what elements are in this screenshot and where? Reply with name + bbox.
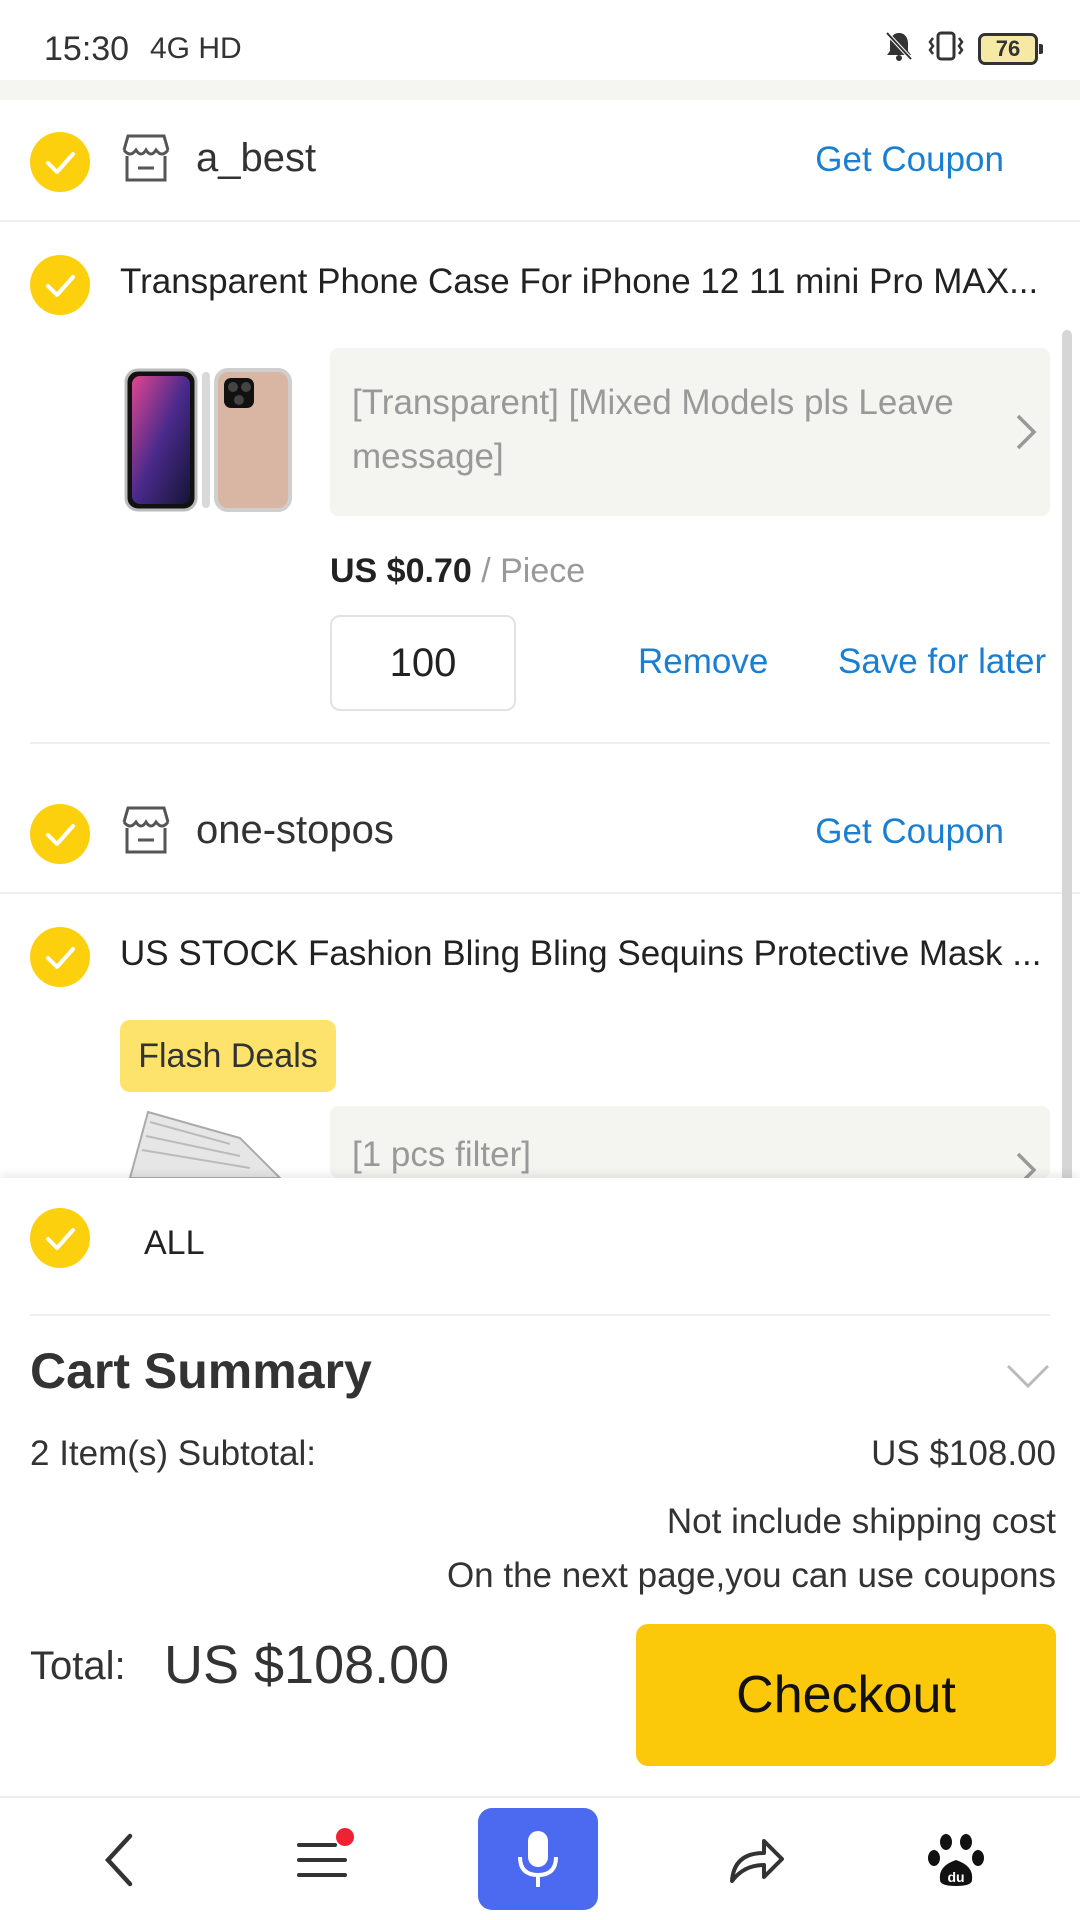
select-all-checkbox[interactable] — [30, 1208, 90, 1268]
mute-bell-icon — [884, 30, 914, 67]
checkmark-icon — [46, 275, 75, 297]
chevron-down-icon[interactable] — [1004, 1360, 1052, 1397]
item-select-checkbox[interactable] — [30, 927, 90, 987]
get-coupon-link[interactable]: Get Coupon — [815, 812, 1004, 852]
cart-summary-title: Cart Summary — [30, 1343, 372, 1399]
status-time: 15:30 — [44, 30, 130, 68]
vibrate-icon — [928, 30, 964, 67]
quantity-input[interactable]: 100 — [330, 615, 516, 711]
mic-icon[interactable] — [478, 1808, 598, 1910]
product-thumbnail-phone-case[interactable] — [120, 350, 300, 530]
select-all-label[interactable]: ALL — [144, 1224, 205, 1263]
store-select-checkbox[interactable] — [30, 804, 90, 864]
shipping-note: Not include shipping cost — [666, 1502, 1056, 1541]
menu-icon[interactable] — [262, 1798, 382, 1920]
checkmark-icon — [46, 152, 75, 174]
svg-text:du: du — [947, 1869, 964, 1885]
notification-dot — [336, 1828, 354, 1846]
total-value: US $108.00 — [164, 1635, 450, 1695]
price-unit: / Piece — [481, 552, 586, 590]
store-icon — [118, 130, 174, 191]
checkmark-icon — [46, 1228, 75, 1250]
cart-summary-panel: ALL Cart Summary 2 Item(s) Subtotal: US … — [0, 1178, 1080, 1794]
total-label: Total: — [30, 1644, 126, 1688]
network-indicator: 4G HD — [150, 32, 242, 65]
divider — [30, 1314, 1050, 1316]
battery-icon: 76 — [978, 32, 1043, 65]
variant-selector[interactable]: [Transparent] [Mixed Models pls Leave me… — [330, 348, 1050, 516]
save-for-later-button[interactable]: Save for later — [838, 642, 1046, 682]
item-select-checkbox[interactable] — [30, 255, 90, 315]
checkmark-icon — [46, 824, 75, 846]
subtotal-value: US $108.00 — [871, 1434, 1056, 1473]
status-bar: 15:30 4G HD 76 — [0, 0, 1080, 80]
store-name[interactable]: one-stopos — [196, 808, 394, 853]
store-header-one-stopos: one-stopos Get Coupon — [0, 772, 1080, 894]
bottom-nav-bar: du — [0, 1796, 1080, 1920]
chevron-right-icon — [1010, 1148, 1040, 1178]
status-icons: 76 — [884, 30, 1043, 67]
remove-button[interactable]: Remove — [638, 642, 768, 682]
store-header-a-best: a_best Get Coupon — [0, 100, 1080, 222]
variant-text: [Transparent] [Mixed Models pls Leave me… — [352, 383, 954, 476]
checkmark-icon — [46, 947, 75, 969]
divider — [30, 742, 1050, 744]
top-gap — [0, 80, 1080, 102]
get-coupon-link[interactable]: Get Coupon — [815, 140, 1004, 180]
product-price: US $0.70 / Piece — [330, 552, 585, 591]
store-name[interactable]: a_best — [196, 136, 316, 181]
store-icon — [118, 802, 174, 863]
variant-text: [1 pcs filter] — [352, 1135, 531, 1174]
coupon-note: On the next page,you can use coupons — [446, 1556, 1056, 1595]
product-title[interactable]: Transparent Phone Case For iPhone 12 11 … — [120, 262, 1050, 302]
subtotal-label: 2 Item(s) Subtotal: — [30, 1434, 316, 1473]
baidu-paw-icon[interactable]: du — [896, 1798, 1016, 1920]
checkout-button[interactable]: Checkout — [636, 1624, 1056, 1766]
store-select-checkbox[interactable] — [30, 132, 90, 192]
chevron-right-icon — [1010, 410, 1040, 459]
flash-deals-badge: Flash Deals — [120, 1020, 336, 1092]
back-icon[interactable] — [60, 1798, 180, 1920]
price-amount: US $0.70 — [330, 552, 472, 590]
share-icon[interactable] — [696, 1798, 816, 1920]
product-thumbnail-mask-filter[interactable] — [120, 1108, 300, 1178]
variant-selector[interactable]: [1 pcs filter] — [330, 1106, 1050, 1178]
product-title[interactable]: US STOCK Fashion Bling Bling Sequins Pro… — [120, 934, 1050, 974]
